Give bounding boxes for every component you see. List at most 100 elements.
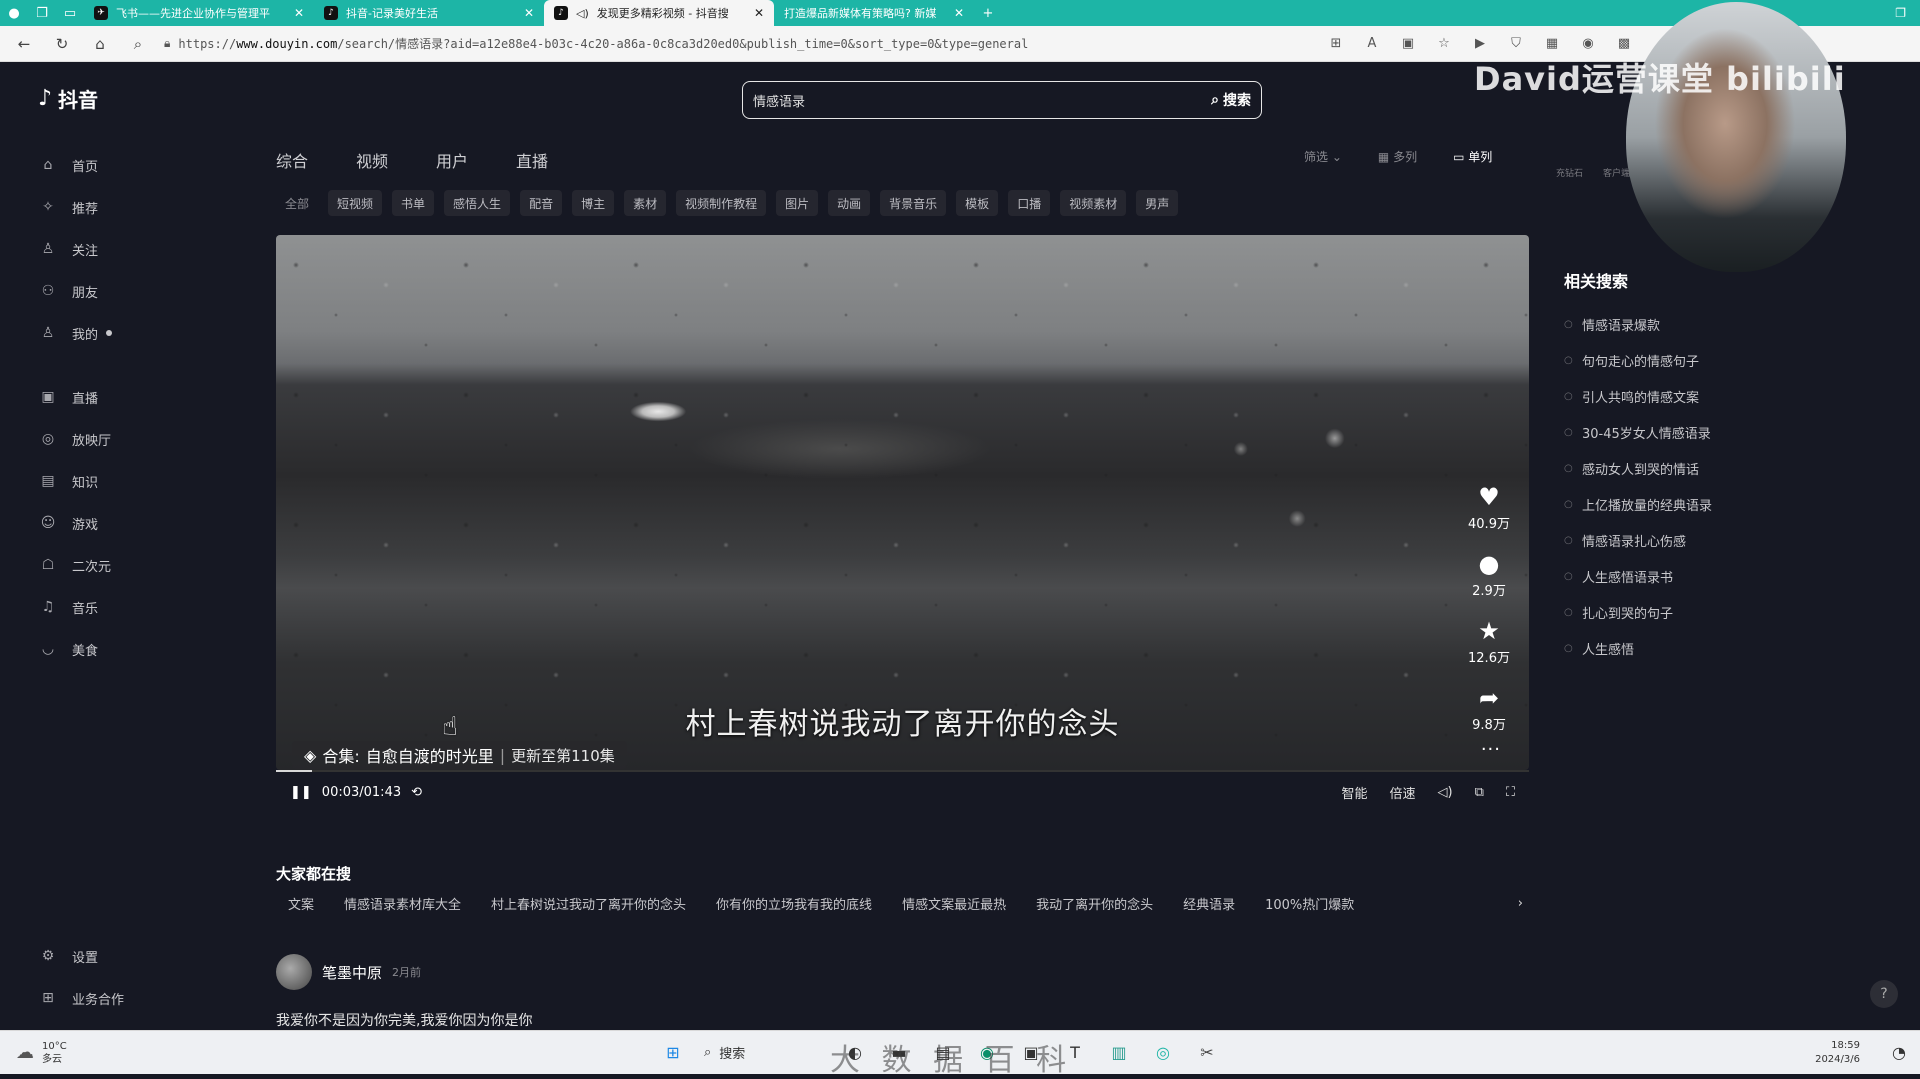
workspaces-icon[interactable]: ❐ <box>28 0 56 26</box>
sidebar-item-recommend[interactable]: ✧ 推荐 <box>4 186 164 228</box>
chip[interactable]: 配音 <box>520 190 563 216</box>
avatar[interactable] <box>276 954 312 990</box>
chip[interactable]: 书单 <box>392 190 435 216</box>
sidebar-item-follow[interactable]: ♙ 关注 <box>4 228 164 270</box>
browser-tab-feishu[interactable]: ✈ 飞书——先进企业协作与管理平 ✕ <box>84 0 314 26</box>
pause-icon[interactable]: ❚❚ <box>290 785 312 800</box>
chip[interactable]: 素材 <box>624 190 667 216</box>
fullscreen-icon[interactable]: ⛶ <box>1506 785 1515 800</box>
extension-icon[interactable]: ▦ <box>1544 36 1560 51</box>
more-icon[interactable]: ··· <box>1481 739 1501 760</box>
trending-item[interactable]: 你有你的立场我有我的底线 <box>716 894 872 913</box>
close-icon[interactable]: ✕ <box>954 6 964 20</box>
comment-button[interactable]: ● 2.9万 <box>1472 552 1506 599</box>
share-button[interactable]: ➦ 9.8万 <box>1472 686 1506 733</box>
chip[interactable]: 男声 <box>1136 190 1179 216</box>
smart-quality-button[interactable]: 智能 <box>1341 783 1367 802</box>
related-item[interactable]: ○ 上亿播放量的经典语录 <box>1564 486 1824 522</box>
shield-icon[interactable]: ⛉ <box>1508 36 1524 51</box>
tab-comprehensive[interactable]: 综合 <box>276 148 308 172</box>
filter-button[interactable]: 筛选 ⌄ <box>1304 148 1342 165</box>
search-button[interactable]: ⌕ 搜索 <box>1211 90 1251 110</box>
volume-icon[interactable]: ◁) <box>1438 785 1453 800</box>
extension-icon[interactable]: ◉ <box>1580 36 1596 51</box>
chip[interactable]: 动画 <box>828 190 871 216</box>
related-item[interactable]: ○ 引人共鸣的情感文案 <box>1564 378 1824 414</box>
url-field[interactable]: 🔒︎ https://www.douyin.com/search/情感语录?ai… <box>164 32 1174 56</box>
chip[interactable]: 视频素材 <box>1060 190 1127 216</box>
sidebar-item-live[interactable]: ▣ 直播 <box>4 376 164 418</box>
chip-all[interactable]: 全部 <box>276 190 318 216</box>
chip[interactable]: 模板 <box>956 190 999 216</box>
douyin-logo[interactable]: ♪ 抖音 <box>38 84 98 113</box>
chevron-right-icon[interactable]: › <box>1511 896 1523 911</box>
profile-icon[interactable]: ● <box>0 0 28 26</box>
trending-item[interactable]: 我动了离开你的念头 <box>1036 894 1153 913</box>
notification-icon[interactable]: ◔ <box>1892 1043 1906 1062</box>
favorite-star-icon[interactable]: ☆ <box>1436 36 1452 51</box>
read-aloud-icon[interactable]: A <box>1364 36 1380 51</box>
video-enhance-icon[interactable]: ▣ <box>1400 36 1416 51</box>
tab-actions-icon[interactable]: ▭ <box>56 0 84 26</box>
browser-tab-douyin[interactable]: ♪ 抖音-记录美好生活 ✕ <box>314 0 544 26</box>
extension-icon[interactable]: ▩ <box>1616 36 1632 51</box>
multi-column-button[interactable]: ▦ 多列 <box>1378 148 1417 165</box>
like-button[interactable]: ♥ 40.9万 <box>1468 485 1510 532</box>
home-icon[interactable]: ⌂ <box>88 35 112 53</box>
sidebar-item-game[interactable]: ☺ 游戏 <box>4 502 164 544</box>
start-icon[interactable]: ⊞ <box>660 1040 686 1066</box>
favorite-button[interactable]: ★ 12.6万 <box>1468 619 1510 666</box>
sidebar-item-cinema[interactable]: ◎ 放映厅 <box>4 418 164 460</box>
auto-play-icon[interactable]: ⟲ <box>411 785 422 800</box>
related-item[interactable]: ○ 人生感悟 <box>1564 630 1824 666</box>
author-name[interactable]: 笔墨中原 <box>322 962 382 983</box>
sidebar-item-home[interactable]: ⌂ 首页 <box>4 144 164 186</box>
chip[interactable]: 图片 <box>776 190 819 216</box>
sidebar-item-anime[interactable]: ☖ 二次元 <box>4 544 164 586</box>
browser-tab-douyin-search[interactable]: ♪ ◁) 发现更多精彩视频 - 抖音搜 ✕ <box>544 0 774 26</box>
related-item[interactable]: ○ 扎心到哭的句子 <box>1564 594 1824 630</box>
trending-item[interactable]: 经典语录 <box>1183 894 1235 913</box>
search-input[interactable] <box>753 92 1212 108</box>
close-icon[interactable]: ✕ <box>524 6 534 20</box>
chip[interactable]: 博主 <box>572 190 615 216</box>
video-progress-bar[interactable] <box>276 770 1529 772</box>
client-link[interactable]: 客户端 <box>1603 166 1630 179</box>
picture-in-picture-icon[interactable]: ⧉ <box>1475 785 1484 800</box>
sidebar-item-business[interactable]: ⊞ 业务合作 <box>4 977 164 1019</box>
chip[interactable]: 视频制作教程 <box>676 190 767 216</box>
trending-item[interactable]: 村上春树说过我动了离开你的念头 <box>491 894 686 913</box>
sidebar-item-food[interactable]: ◡ 美食 <box>4 628 164 670</box>
related-item[interactable]: ○ 30-45岁女人情感语录 <box>1564 414 1824 450</box>
help-icon[interactable]: ? <box>1870 980 1898 1008</box>
restore-icon[interactable]: ❐ <box>1895 6 1906 20</box>
related-item[interactable]: ○ 情感语录爆款 <box>1564 306 1824 342</box>
recharge-link[interactable]: 充钻石 <box>1556 166 1583 179</box>
collection-badge[interactable]: ◈ 合集: 自愈自渡的时光里 | 更新至第110集 <box>292 741 627 769</box>
tab-live[interactable]: 直播 <box>516 148 548 172</box>
browser-tab-article[interactable]: 打造爆品新媒体有策略吗? 新媒 ✕ <box>774 0 974 26</box>
extension-icon[interactable]: ▶ <box>1472 36 1488 51</box>
trending-item[interactable]: 情感文案最近最热 <box>902 894 1006 913</box>
sidebar-item-me[interactable]: ♙ 我的 <box>4 312 164 354</box>
tab-video[interactable]: 视频 <box>356 148 388 172</box>
chip[interactable]: 短视频 <box>328 190 383 216</box>
new-tab-button[interactable]: + <box>974 0 1002 26</box>
taskbar-search[interactable]: ⌕ 搜索 <box>704 1043 824 1062</box>
close-icon[interactable]: ✕ <box>294 6 304 20</box>
speed-button[interactable]: 倍速 <box>1390 783 1416 802</box>
related-item[interactable]: ○ 感动女人到哭的情话 <box>1564 450 1824 486</box>
single-column-button[interactable]: ▭ 单列 <box>1453 148 1492 165</box>
notes-icon[interactable]: ▥ <box>1106 1040 1132 1066</box>
back-icon[interactable]: ← <box>12 35 36 53</box>
related-item[interactable]: ○ 人生感悟语录书 <box>1564 558 1824 594</box>
trending-item[interactable]: 100%热门爆款 <box>1265 894 1354 913</box>
related-item[interactable]: ○ 情感语录扎心伤感 <box>1564 522 1824 558</box>
refresh-icon[interactable]: ↻ <box>50 35 74 53</box>
browser-icon[interactable]: ◎ <box>1150 1040 1176 1066</box>
trending-item[interactable]: 情感语录素材库大全 <box>344 894 461 913</box>
trending-item[interactable]: 文案 <box>288 894 314 913</box>
system-clock[interactable]: 18:59 2024/3/6 <box>1815 1039 1860 1067</box>
related-item[interactable]: ○ 句句走心的情感句子 <box>1564 342 1824 378</box>
capcut-icon[interactable]: ✂ <box>1194 1040 1220 1066</box>
